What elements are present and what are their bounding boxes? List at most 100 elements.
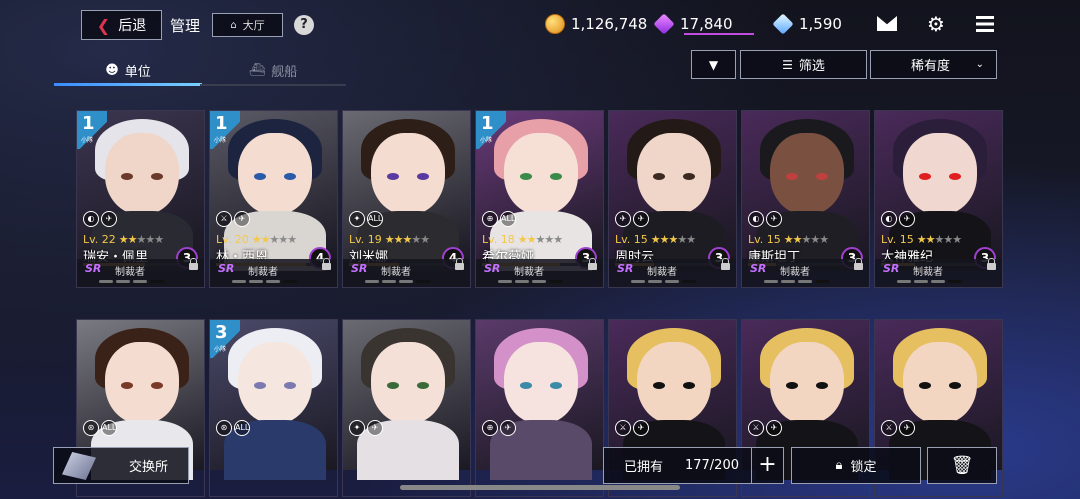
chevron-left-icon: ❮: [96, 15, 111, 35]
role-icons: ⊛ ALL: [216, 420, 250, 436]
filter-button[interactable]: ☰ 筛选: [740, 50, 867, 79]
type-icon: ✈: [367, 420, 383, 436]
class-icon: ⊛: [83, 420, 99, 436]
sort-order-toggle[interactable]: ▼: [691, 50, 736, 79]
unit-card[interactable]: 3 小隊 ⊛ ALL: [209, 319, 338, 497]
gem-amount: 17,840: [680, 15, 733, 33]
exchange-button[interactable]: 交换所: [53, 447, 189, 484]
unit-card[interactable]: ✈ ✈ Lv. 15 ★★★★★ 周时云 3 SR 制裁者: [608, 110, 737, 288]
lock-icon[interactable]: [987, 258, 996, 272]
unit-role: 制裁者: [647, 267, 677, 278]
squad-rank-number: 1: [481, 113, 494, 134]
star-icon: ★: [118, 233, 129, 246]
lobby-button[interactable]: ⌂ 大厅: [212, 13, 283, 37]
lock-button[interactable]: 🔒︎ 锁定: [791, 447, 921, 484]
star-icon: ★: [677, 233, 687, 246]
class-icon: ⚔: [615, 420, 631, 436]
tab-units-label: 单位: [124, 64, 151, 80]
role-icons: ✦ ✈: [349, 420, 383, 436]
star-rating: ★★★★★: [385, 233, 430, 246]
portrait-eyes: [254, 173, 296, 181]
star-icon: ★: [544, 233, 554, 246]
lock-icon[interactable]: [189, 258, 198, 272]
squad-rank-number: 1: [82, 113, 95, 134]
unit-level: Lv. 20: [216, 233, 249, 246]
star-icon: ★: [411, 233, 421, 246]
tab-ships[interactable]: ⛴ 舰船: [200, 56, 346, 86]
type-icon: ALL: [367, 211, 383, 227]
diamond-currency[interactable]: 1,590: [772, 13, 842, 35]
expand-capacity-button[interactable]: +: [751, 448, 783, 483]
equipment-slots: [99, 280, 164, 283]
unit-level: Lv. 15: [615, 233, 648, 246]
star-icon: ★: [819, 233, 829, 246]
unit-card[interactable]: ✦ ALL Lv. 19 ★★★★★ 刘米娜 4 SR 制裁者: [342, 110, 471, 288]
star-icon: ★: [420, 233, 430, 246]
unit-card[interactable]: ✦ ✈: [342, 319, 471, 497]
role-icons: ⚔ ✈: [881, 420, 915, 436]
gold-coin-icon: [545, 14, 565, 34]
unit-card[interactable]: ⊕ ✈: [475, 319, 604, 497]
star-icon: ★: [278, 233, 288, 246]
class-icon: ✈: [615, 211, 631, 227]
role-icons: ◐ ✈: [83, 211, 117, 227]
sort-dropdown[interactable]: 稀有度 ⌄: [870, 50, 997, 79]
equipment-slots: [498, 280, 563, 283]
help-button[interactable]: ?: [294, 15, 314, 35]
gem-currency[interactable]: 17,840: [653, 13, 733, 35]
rarity-label: SR: [750, 262, 767, 275]
lock-icon[interactable]: [455, 258, 464, 272]
lock-icon[interactable]: [322, 258, 331, 272]
portrait-eyes: [919, 382, 961, 390]
gear-icon[interactable]: ⚙: [927, 14, 945, 34]
back-button[interactable]: ❮ 后退: [81, 10, 162, 40]
gold-amount: 1,126,748: [571, 15, 648, 33]
unit-card[interactable]: ◐ ✈ Lv. 15 ★★★★★ 大神雅纪 3 SR 制裁者: [874, 110, 1003, 288]
role-icons: ⚔ ✈: [216, 211, 250, 227]
lock-icon[interactable]: [721, 258, 730, 272]
star-icon: ★: [792, 233, 803, 246]
mail-icon[interactable]: [877, 16, 897, 31]
squad-rank-number: 3: [215, 322, 228, 343]
class-icon: ✦: [349, 420, 365, 436]
star-rating: ★★★★★: [784, 233, 829, 246]
delete-button[interactable]: 🗑︎: [927, 447, 997, 484]
lock-icon[interactable]: [588, 258, 597, 272]
role-icons: ⊛ ALL: [83, 420, 117, 436]
menu-icon[interactable]: [976, 16, 994, 32]
portrait-eyes: [786, 173, 828, 181]
class-icon: ⊕: [482, 211, 498, 227]
star-icon: ★: [925, 233, 936, 246]
chevron-down-icon: ⌄: [975, 59, 984, 70]
unit-role: 制裁者: [381, 267, 411, 278]
star-rating: ★★★★★: [518, 233, 563, 246]
card-footer: SR 制裁者: [343, 258, 470, 287]
star-icon: ★: [810, 233, 820, 246]
unit-card[interactable]: 1 小隊 ⚔ ✈ Lv. 20 ★★★★★ 林・西恩 4 SR 制裁者: [209, 110, 338, 288]
unit-card[interactable]: ◐ ✈ Lv. 15 ★★★★★ 康斯坦丁 3 SR 制裁者: [741, 110, 870, 288]
unit-card[interactable]: 1 小隊 ⊕ ALL Lv. 18 ★★★★★ 希尔薇娅 3 SR 制裁者: [475, 110, 604, 288]
unit-role: 制裁者: [248, 267, 278, 278]
type-icon: ✈: [899, 211, 915, 227]
tab-ships-label: 舰船: [271, 64, 298, 80]
type-icon: ✈: [633, 211, 649, 227]
lock-icon[interactable]: [854, 258, 863, 272]
unit-card[interactable]: 1 小隊 ◐ ✈ Lv. 22 ★★★★★ 瑞安・佩里 3 SR 制裁者: [76, 110, 205, 288]
card-footer: SR 制裁者: [875, 258, 1002, 287]
sort-label: 稀有度: [911, 59, 951, 74]
portrait-eyes: [121, 173, 163, 181]
unit-role: 制裁者: [514, 267, 544, 278]
role-icons: ✦ ALL: [349, 211, 383, 227]
star-icon: ★: [943, 233, 953, 246]
equipment-slots: [365, 280, 430, 283]
lock-label: 锁定: [850, 460, 877, 475]
gold-currency[interactable]: 1,126,748: [545, 14, 647, 34]
filter-label: 筛选: [798, 59, 825, 74]
squad-rank-label: 小隊: [81, 137, 94, 144]
rarity-label: SR: [218, 262, 235, 275]
unit-role: 制裁者: [913, 267, 943, 278]
filter-icon: ☰: [782, 57, 793, 72]
portrait-eyes: [520, 382, 562, 390]
tab-units[interactable]: ☻ 单位: [54, 56, 202, 86]
role-icons: ✈ ✈: [615, 211, 649, 227]
